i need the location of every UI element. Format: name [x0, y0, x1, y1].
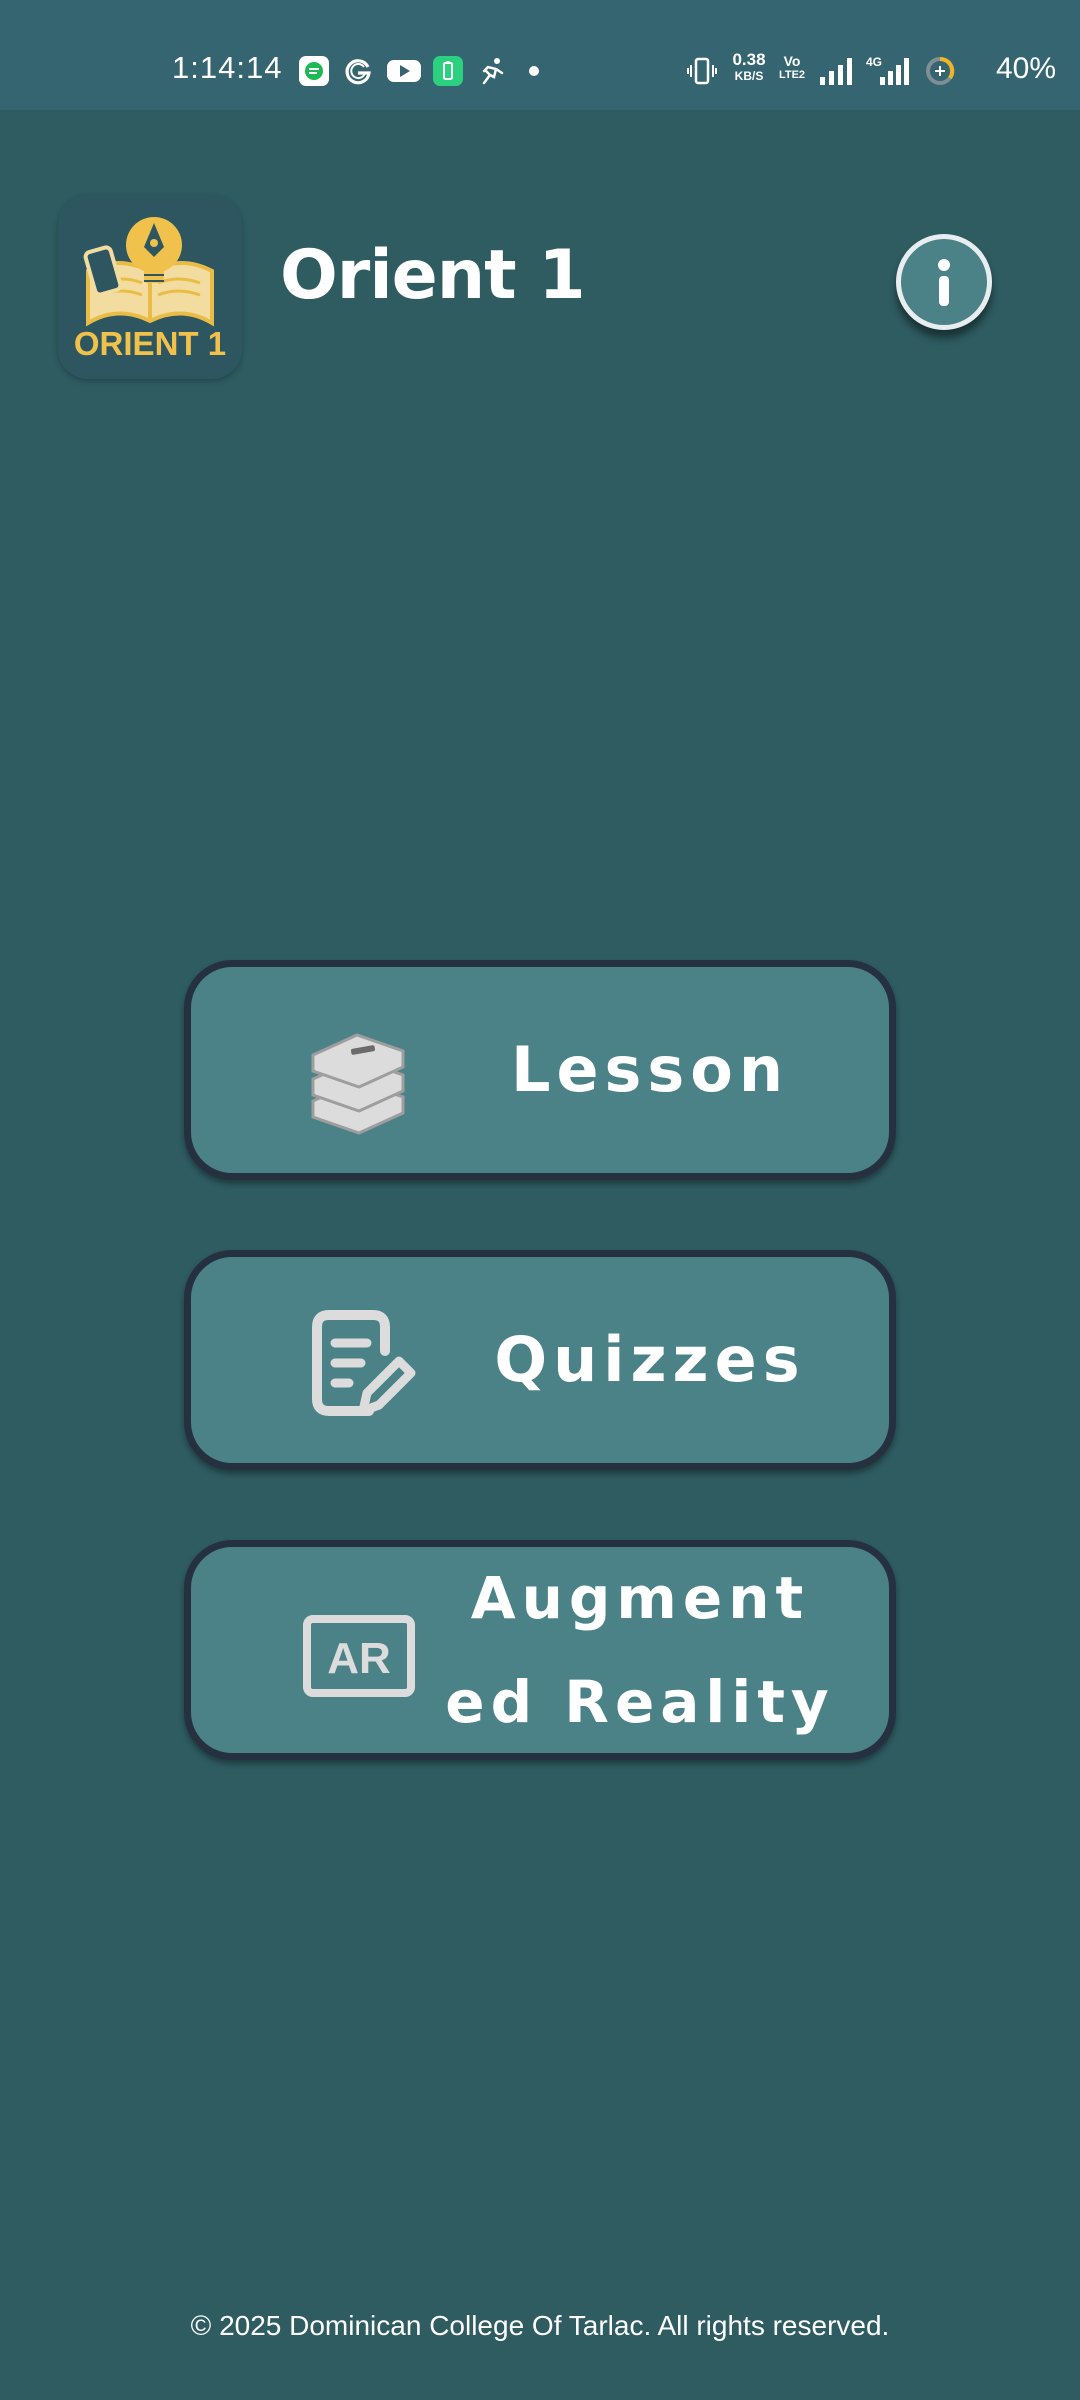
network-speed-value: 0.38 [732, 50, 766, 69]
logo-text: ORIENT 1 [73, 325, 227, 362]
books-icon [311, 1033, 405, 1135]
volte-indicator: Vo LTE2 [774, 54, 810, 82]
app-screen: 1:14:14 0.38 KB/S Vo LTE2 4G 40% ORIENT … [0, 0, 1080, 2400]
status-bar: 1:14:14 0.38 KB/S Vo LTE2 4G 40% [0, 0, 1080, 110]
lesson-button[interactable]: Lesson [184, 960, 896, 1180]
info-icon [938, 259, 950, 306]
copyright-footer: © 2025 Dominican College Of Tarlac. All … [190, 2310, 890, 2341]
status-time: 1:14:14 [172, 50, 283, 85]
youtube-icon [387, 60, 421, 82]
quizzes-button[interactable]: Quizzes [184, 1250, 896, 1470]
quizzes-label: Quizzes [494, 1323, 806, 1396]
g-icon [345, 59, 371, 85]
app-logo: ORIENT 1 [58, 195, 242, 379]
quiz-edit-icon [312, 1310, 416, 1416]
volte-line2: LTE2 [778, 69, 806, 81]
running-icon [482, 58, 504, 85]
ar-icon: AR [303, 1615, 415, 1697]
ar-icon-text: AR [327, 1634, 391, 1683]
battery-saver-icon [433, 56, 463, 86]
lesson-label: Lesson [510, 1033, 790, 1106]
volte-line1: Vo [783, 53, 801, 69]
augmented-reality-button[interactable]: AR Augment ed Reality [184, 1540, 896, 1760]
battery-icon [926, 56, 955, 85]
signal-icon [820, 58, 852, 85]
network-type: 4G [866, 55, 882, 69]
vibrate-icon [687, 57, 717, 85]
network-speed: 0.38 KB/S [724, 50, 774, 84]
battery-percent: 40% [995, 52, 1056, 85]
dot-icon [529, 66, 539, 76]
ar-label: Augment ed Reality [431, 1547, 849, 1753]
ar-label-line1: Augment [470, 1564, 810, 1632]
network-speed-unit: KB/S [734, 69, 764, 83]
ar-label-line2: ed Reality [445, 1668, 835, 1736]
signal-4g-icon: 4G [866, 55, 909, 85]
app-title: Orient 1 [280, 236, 586, 315]
chat-icon [299, 56, 329, 86]
info-button[interactable] [896, 234, 992, 330]
